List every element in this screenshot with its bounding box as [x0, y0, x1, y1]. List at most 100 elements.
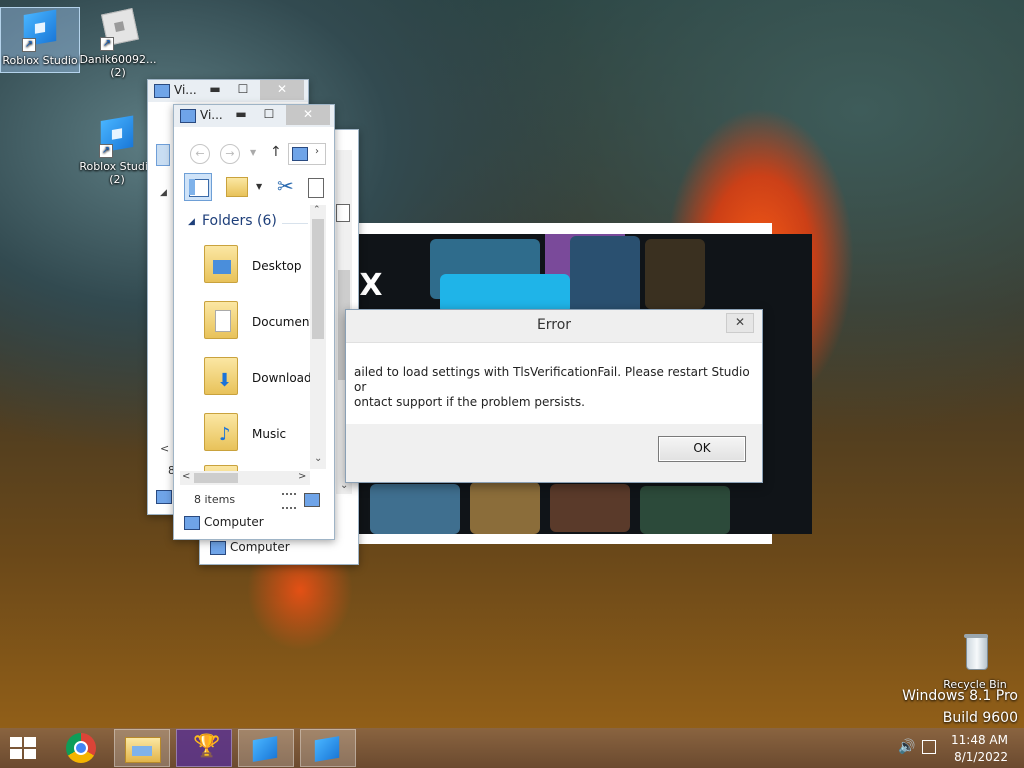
vertical-scrollbar[interactable]: ⌃ ⌄: [310, 205, 326, 469]
minimize-button[interactable]: ▬: [202, 80, 228, 100]
address-bar[interactable]: ← → ▼ ↑ ›: [174, 135, 332, 165]
computer-label[interactable]: Computer: [204, 515, 264, 529]
folder-name: Document: [252, 315, 312, 329]
folder-name: Desktop: [252, 259, 302, 273]
close-button[interactable]: ✕: [260, 80, 304, 100]
desktop-icon-label: Roblox Studio: [79, 160, 155, 173]
clock-time: 11:48 AM: [951, 733, 1008, 747]
scrollbar-thumb[interactable]: [194, 473, 238, 483]
windows-logo-icon: [10, 737, 36, 759]
computer-label[interactable]: Computer: [230, 540, 290, 554]
scroll-left-icon[interactable]: <: [160, 442, 169, 455]
volume-icon[interactable]: 🔊: [898, 739, 915, 755]
taskbar-file-explorer[interactable]: [114, 729, 170, 767]
chrome-icon: [66, 733, 96, 763]
large-icons-view-icon[interactable]: [304, 493, 320, 507]
properties-icon[interactable]: [226, 177, 248, 197]
close-button[interactable]: ✕: [286, 105, 330, 125]
error-message-line: ailed to load settings with TlsVerificat…: [354, 365, 750, 394]
close-button[interactable]: ✕: [726, 313, 754, 333]
taskbar: 🏆 🔊 11:48 AM 8/1/2022: [0, 728, 1024, 768]
nav-pane-fragment: [156, 144, 170, 166]
roblox-studio-icon: ↗: [95, 114, 139, 158]
folder-name: Downloads: [252, 371, 312, 385]
desktop-icon-sublabel: (2): [109, 173, 125, 186]
up-button[interactable]: ↑: [270, 144, 282, 160]
cut-icon[interactable]: ✂: [277, 174, 294, 198]
dropdown-arrow-icon[interactable]: ▼: [256, 182, 262, 191]
roblox-studio-icon: ↗: [18, 8, 62, 52]
chevron-right-icon[interactable]: ›: [315, 146, 319, 157]
list-item-desktop[interactable]: Desktop: [174, 239, 312, 289]
taskbar-trophy-app[interactable]: 🏆: [176, 729, 232, 767]
recent-locations-icon[interactable]: ▼: [250, 148, 256, 157]
ok-button[interactable]: OK: [658, 436, 746, 462]
watermark-build: Build 9600: [942, 710, 1018, 726]
computer-icon: [184, 516, 200, 530]
windows-watermark: Windows 8.1 Pro Build 9600: [902, 685, 1018, 729]
desktop-icon-roblox-studio[interactable]: ↗ Roblox Studio: [0, 7, 80, 73]
copy-icon[interactable]: [336, 204, 350, 222]
scrollbar-thumb[interactable]: [312, 219, 324, 339]
desktop-icon-danik[interactable]: ↗ Danik60092... (2): [79, 7, 157, 79]
trophy-icon: 🏆: [193, 734, 221, 759]
desktop-icon-recycle-bin[interactable]: Recycle Bin: [936, 632, 1014, 691]
taskbar-roblox-studio[interactable]: [238, 729, 294, 767]
explorer-window-front[interactable]: Vi... ▬ ☐ ✕ ← → ▼ ↑ › ▼ ✂ ◢ Folders (6) …: [173, 104, 335, 540]
titlebar[interactable]: Vi... ▬ ☐ ✕: [148, 80, 308, 102]
file-list[interactable]: ◢ Folders (6) Desktop Document ⬇ Downloa…: [174, 209, 312, 471]
folder-name: Music: [252, 427, 287, 441]
desktop-icon-label: Danik60092...: [79, 53, 157, 66]
roblox-studio-icon: [252, 736, 278, 762]
scroll-up-icon[interactable]: ⌃: [313, 205, 321, 215]
roblox-studio-icon: [314, 736, 340, 762]
recycle-bin-icon: [953, 632, 997, 676]
roblox-file-icon: ↗: [96, 7, 140, 51]
network-icon[interactable]: [922, 740, 936, 754]
back-button[interactable]: ←: [190, 144, 210, 164]
computer-icon: [180, 109, 196, 123]
taskbar-roblox-studio-2[interactable]: [300, 729, 356, 767]
computer-icon: [210, 541, 226, 555]
music-folder-icon: ♪: [204, 413, 238, 451]
desktop-icon-roblox-studio-2[interactable]: ↗ Roblox Studio (2): [78, 114, 156, 186]
forward-button[interactable]: →: [220, 144, 240, 164]
taskbar-chrome[interactable]: [54, 729, 110, 767]
computer-icon: [154, 84, 170, 98]
expand-arrow-icon[interactable]: ◢: [160, 188, 167, 198]
minimize-button[interactable]: ▬: [228, 105, 254, 125]
dialog-title: Error: [346, 310, 762, 343]
start-button[interactable]: [10, 737, 38, 761]
maximize-button[interactable]: ☐: [256, 105, 282, 125]
downloads-folder-icon: ⬇: [204, 357, 238, 395]
list-item-downloads[interactable]: ⬇ Downloads: [174, 351, 312, 401]
item-count: 8 items: [194, 493, 236, 506]
error-message: ailed to load settings with TlsVerificat…: [346, 343, 762, 425]
scroll-down-icon[interactable]: ⌄: [314, 453, 322, 464]
list-item-music[interactable]: ♪ Music: [174, 407, 312, 457]
scroll-right-icon[interactable]: >: [298, 471, 306, 482]
file-explorer-icon: [125, 737, 161, 763]
dialog-button-bar: OK: [346, 424, 762, 482]
clock-date: 8/1/2022: [954, 750, 1008, 764]
group-header[interactable]: Folders (6): [202, 213, 277, 229]
scroll-left-icon[interactable]: <: [182, 471, 190, 482]
details-view-icon[interactable]: [282, 493, 296, 509]
navigation-pane-icon[interactable]: [184, 173, 212, 201]
ribbon-toolbar: ▼ ✂: [174, 171, 332, 205]
horizontal-scrollbar[interactable]: < >: [180, 471, 310, 485]
desktop-folder-icon: [204, 245, 238, 283]
copy-icon[interactable]: [308, 178, 324, 198]
titlebar[interactable]: Vi... ▬ ☐ ✕: [174, 105, 334, 127]
desktop-icon-label: Roblox Studio: [2, 54, 78, 67]
maximize-button[interactable]: ☐: [230, 80, 256, 100]
error-message-line: ontact support if the problem persists.: [354, 395, 585, 409]
list-item-documents[interactable]: Document: [174, 295, 312, 345]
collapse-arrow-icon[interactable]: ◢: [188, 217, 195, 227]
error-dialog[interactable]: Error ✕ ailed to load settings with TlsV…: [345, 309, 763, 483]
window-title: Vi...: [174, 83, 197, 97]
group-divider: [282, 223, 308, 224]
watermark-edition: Windows 8.1 Pro: [902, 688, 1018, 704]
location-box[interactable]: ›: [288, 143, 326, 165]
system-clock[interactable]: 11:48 AM 8/1/2022: [951, 732, 1008, 766]
